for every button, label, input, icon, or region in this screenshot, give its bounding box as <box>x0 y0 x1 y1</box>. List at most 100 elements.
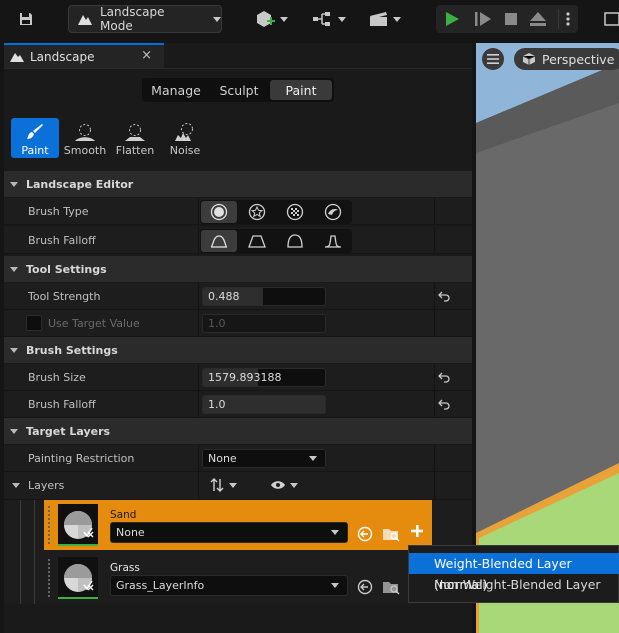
tool-flatten-button[interactable]: Flatten <box>111 118 159 158</box>
tool-paint-button[interactable]: Paint <box>11 118 59 158</box>
tool-label: Paint <box>21 144 49 157</box>
browse-folder-icon[interactable] <box>382 526 400 542</box>
falloff-linear-icon[interactable] <box>239 230 275 252</box>
layer-thumbnail <box>58 557 98 599</box>
falloff-tip-icon[interactable] <box>315 230 351 252</box>
smooth-icon <box>74 122 96 142</box>
mode-paint-button[interactable]: Paint <box>270 80 332 100</box>
brush-type-selector <box>200 200 352 224</box>
collapse-arrow-icon <box>10 347 18 353</box>
tab-landscape[interactable]: Landscape × <box>4 43 164 68</box>
tab-title: Landscape <box>30 49 95 64</box>
tool-label: Smooth <box>63 144 107 157</box>
use-selected-asset-icon[interactable] <box>357 526 373 542</box>
reset-arrow-icon[interactable] <box>438 290 450 302</box>
collapse-arrow-icon <box>10 181 18 187</box>
layer-name: Sand <box>110 509 137 521</box>
use-selected-asset-icon[interactable] <box>357 579 373 595</box>
section-title: Target Layers <box>26 424 111 438</box>
brush-pattern-icon[interactable] <box>277 201 313 223</box>
reset-arrow-icon[interactable] <box>438 371 450 383</box>
chevron-down-icon <box>280 16 288 22</box>
section-title: Tool Settings <box>26 262 107 276</box>
stop-icon[interactable] <box>503 11 519 27</box>
layer-item-sand[interactable]: Sand None <box>44 500 432 550</box>
section-tool-settings[interactable]: Tool Settings <box>4 256 472 282</box>
tool-noise-button[interactable]: Noise <box>161 118 209 158</box>
brush-size-value: 1579.893188 <box>208 371 282 384</box>
brush-size-field[interactable]: 1579.893188 <box>202 368 326 387</box>
use-target-value-row: Use Target Value 1.0 <box>4 310 472 337</box>
chevron-down-icon <box>331 530 339 535</box>
brush-circle-icon[interactable] <box>201 201 237 223</box>
painting-restriction-value: None <box>208 452 237 465</box>
drag-handle-icon[interactable] <box>48 506 50 544</box>
landscape-mode-dropdown[interactable]: Landscape Mode <box>68 5 222 33</box>
menu-item-non-weight-blended[interactable]: Non Weight-Blended Layer <box>409 574 619 595</box>
flatten-icon <box>124 122 146 142</box>
brush-alpha-icon[interactable] <box>239 201 275 223</box>
play-icon[interactable] <box>444 11 460 27</box>
brush-type-label: Brush Type <box>28 205 89 218</box>
brush-falloff-label: Brush Falloff <box>28 234 96 247</box>
use-target-checkbox[interactable] <box>26 315 42 331</box>
layer-info-dropdown[interactable]: Grass_LayerInfo <box>110 575 348 596</box>
layer-name: Grass <box>110 562 140 574</box>
mode-sculpt-button[interactable]: Sculpt <box>208 80 270 100</box>
mode-manage-button[interactable]: Manage <box>144 80 208 100</box>
drag-handle-icon[interactable] <box>48 559 50 597</box>
painting-restriction-dropdown[interactable]: None <box>202 449 326 468</box>
perspective-button[interactable]: Perspective <box>514 48 619 70</box>
more-options-icon[interactable] <box>558 9 576 29</box>
chevron-down-icon <box>309 456 317 461</box>
eject-icon[interactable] <box>529 11 547 27</box>
layer-info-dropdown[interactable]: None <box>110 522 348 543</box>
tool-strength-field[interactable]: 0.488 <box>202 287 326 306</box>
landscape-tab-icon <box>10 51 24 63</box>
tool-label: Flatten <box>115 144 155 157</box>
cube-icon <box>522 53 536 65</box>
brush-falloff-field[interactable]: 1.0 <box>202 395 326 414</box>
perspective-label: Perspective <box>542 51 615 67</box>
cinematics-button[interactable] <box>364 5 406 33</box>
tool-smooth-button[interactable]: Smooth <box>61 118 109 158</box>
painting-restriction-row: Painting Restriction None <box>4 445 472 472</box>
settings-icon[interactable] <box>600 5 619 33</box>
layers-row: Layers <box>4 472 472 500</box>
add-layer-menu: Weight-Blended Layer (normal) Non Weight… <box>408 545 619 603</box>
tool-strength-label: Tool Strength <box>28 290 101 303</box>
falloff-spherical-icon[interactable] <box>277 230 313 252</box>
browse-folder-icon[interactable] <box>382 579 400 595</box>
advance-frame-icon[interactable] <box>474 11 492 27</box>
viewport-menu-icon[interactable] <box>482 48 504 70</box>
brush-size-row: Brush Size 1579.893188 <box>4 364 472 391</box>
section-target-layers[interactable]: Target Layers <box>4 418 472 444</box>
play-controls <box>436 5 578 33</box>
brush-falloff-row: Brush Falloff 1.0 <box>4 391 472 418</box>
close-icon[interactable]: × <box>141 48 152 63</box>
section-brush-settings[interactable]: Brush Settings <box>4 337 472 363</box>
falloff-smooth-icon[interactable] <box>201 230 237 252</box>
brush-component-icon[interactable] <box>315 201 351 223</box>
sort-layers-button[interactable] <box>210 478 237 492</box>
divider <box>4 68 472 69</box>
target-value: 1.0 <box>208 317 226 330</box>
add-actor-button[interactable] <box>252 5 292 33</box>
blueprint-button[interactable] <box>308 5 350 33</box>
save-icon[interactable] <box>12 5 40 33</box>
reset-arrow-icon[interactable] <box>438 398 450 410</box>
visibility-filter-button[interactable] <box>270 480 298 490</box>
brush-type-row: Brush Type <box>4 198 472 225</box>
menu-item-weight-blended[interactable]: Weight-Blended Layer (normal) <box>409 553 619 592</box>
paint-brush-icon <box>25 122 45 142</box>
collapse-arrow-icon <box>10 428 18 434</box>
collapse-arrow-icon[interactable] <box>12 483 20 488</box>
brush-falloff-type-row: Brush Falloff <box>4 227 472 254</box>
add-layer-icon[interactable] <box>410 524 424 538</box>
tool-label: Noise <box>169 144 201 157</box>
layer-item-grass[interactable]: Grass Grass_LayerInfo <box>44 553 432 603</box>
mode-switcher: Manage Sculpt Paint <box>142 78 334 102</box>
section-landscape-editor[interactable]: Landscape Editor <box>4 171 472 197</box>
tool-strength-value: 0.488 <box>208 290 240 303</box>
eye-icon <box>271 481 285 489</box>
